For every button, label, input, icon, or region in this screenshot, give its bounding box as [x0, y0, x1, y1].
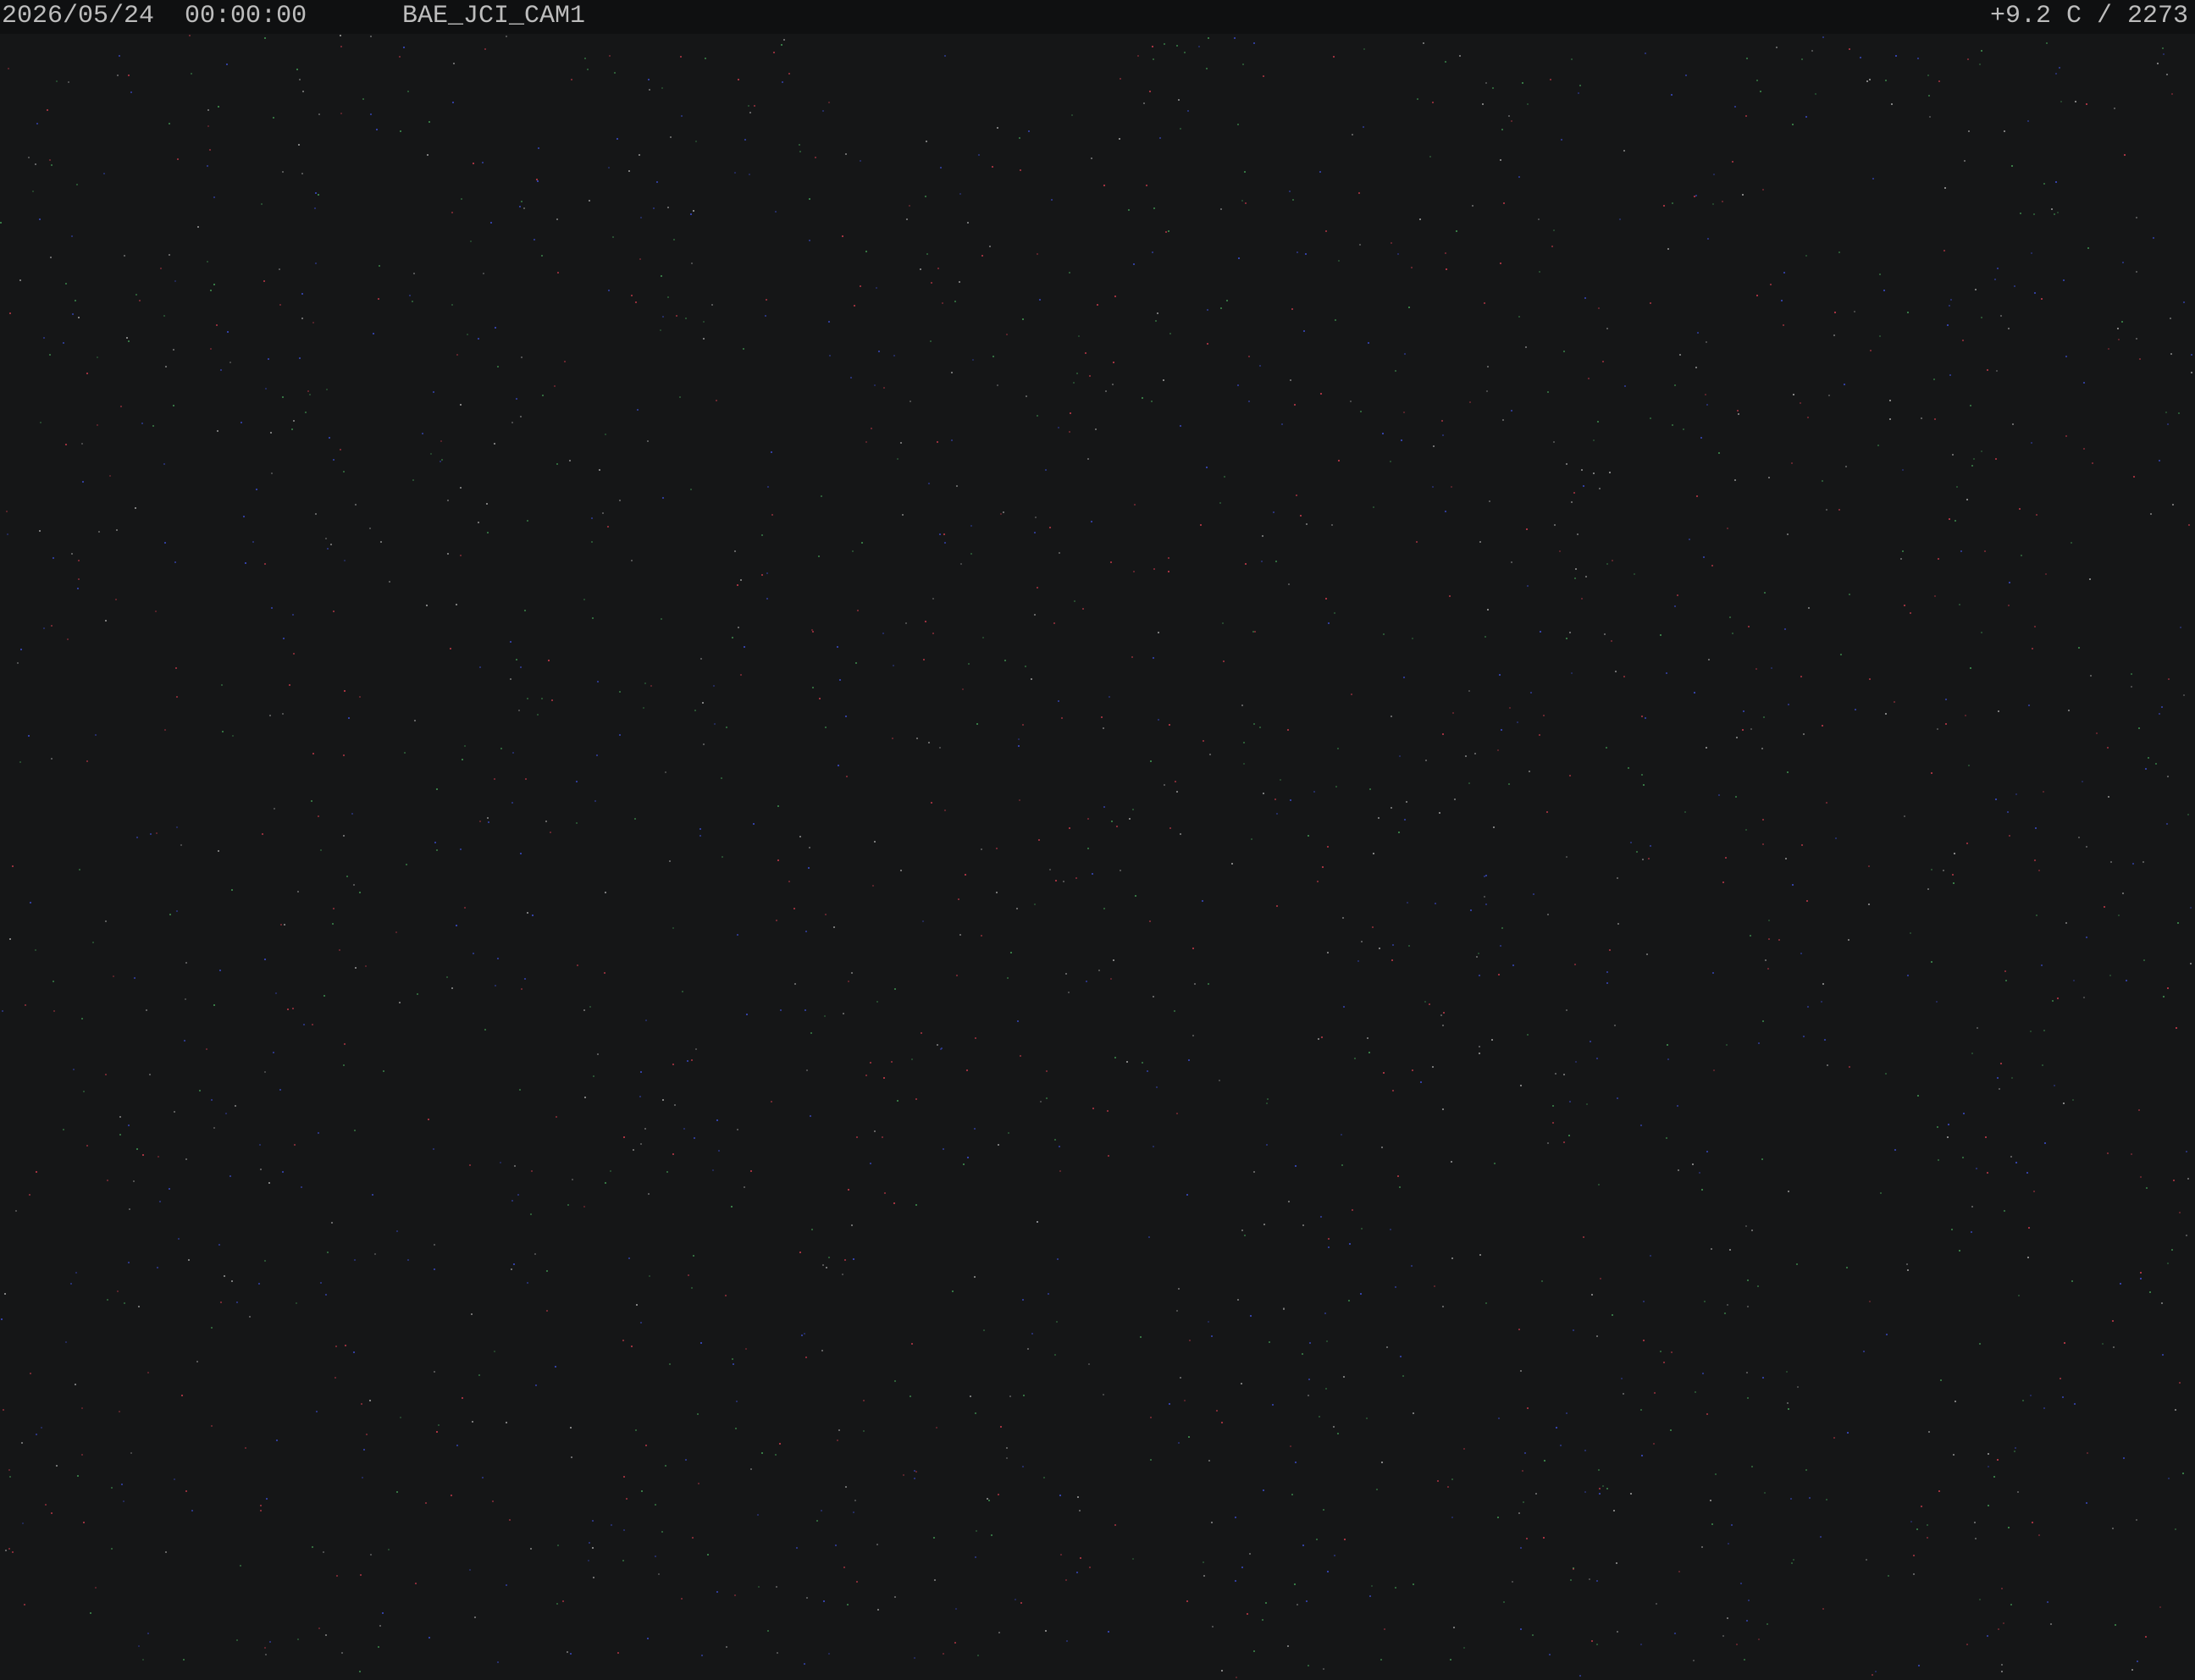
sensor-noise-field: [0, 35, 2192, 1678]
time-text: 00:00:00: [185, 2, 307, 30]
counter-text: 2273: [2126, 2, 2188, 30]
camera-id: BAE_JCI_CAM1: [402, 2, 586, 30]
timestamp: 2026/05/24 00:00:00: [2, 0, 307, 34]
temperature-text: +9.2 C: [1989, 2, 2082, 30]
camera-frame: 2026/05/24 00:00:00 BAE_JCI_CAM1 +9.2 C …: [0, 0, 2195, 1680]
temperature-counter-readout: +9.2 C / 2273: [1989, 2, 2188, 30]
camera-overlay-bar: 2026/05/24 00:00:00 BAE_JCI_CAM1 +9.2 C …: [0, 0, 2195, 34]
date-text: 2026/05/24: [2, 2, 155, 30]
